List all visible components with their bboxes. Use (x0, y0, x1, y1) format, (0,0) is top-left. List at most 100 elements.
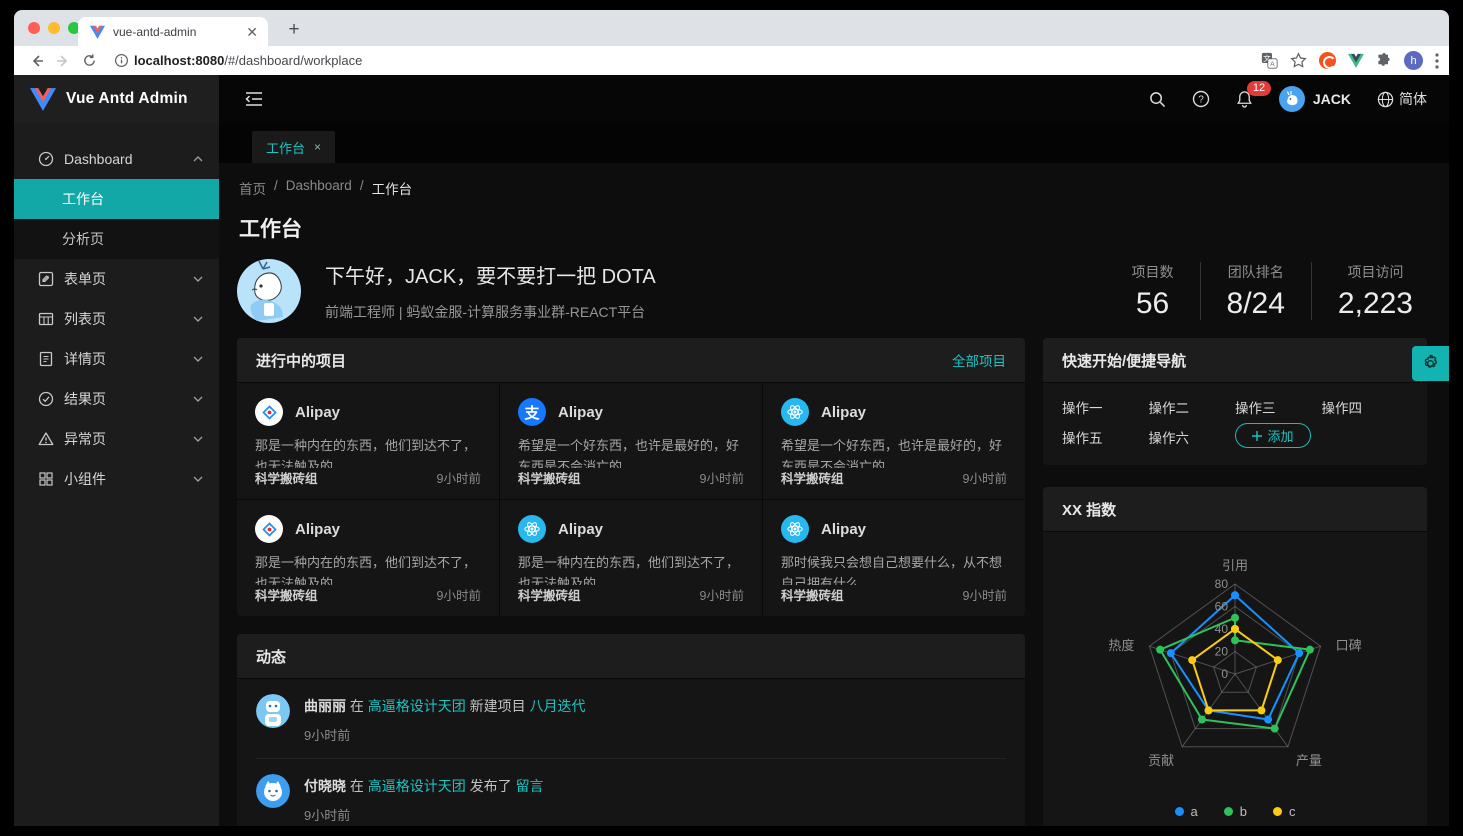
project-card[interactable]: Alipay 那是一种内在的东西，他们到达不了，也无法触及的 科学搬砖组 9小时… (500, 500, 762, 616)
sidebar-item-forms[interactable]: 表单页 (14, 259, 219, 299)
project-desc: 那时候我只会想自己想要什么，从不想自己拥有什么 (781, 552, 1007, 585)
breadcrumb-home[interactable]: 首页 (239, 178, 266, 198)
url-host: localhost:8080 (134, 53, 224, 68)
window-controls[interactable] (28, 22, 80, 34)
menu-fold-icon[interactable] (245, 91, 263, 107)
sidebar-item-details[interactable]: 详情页 (14, 339, 219, 379)
sidebar-item-exceptions[interactable]: 异常页 (14, 419, 219, 459)
project-card[interactable]: Alipay 希望是一个好东西，也许是最好的，好东西是不会消亡的 科学搬砖组 9… (763, 383, 1025, 499)
translate-icon[interactable]: 文A (1261, 52, 1278, 69)
project-card[interactable]: Alipay 那时候我只会想自己想要什么，从不想自己拥有什么 科学搬砖组 9小时… (763, 500, 1025, 616)
legend-item-b[interactable]: b (1224, 804, 1247, 819)
quick-link[interactable]: 操作五 (1062, 423, 1149, 451)
all-projects-link[interactable]: 全部项目 (952, 350, 1006, 370)
notification-bell-icon[interactable]: 12 (1236, 90, 1253, 108)
extensions-puzzle-icon[interactable] (1376, 53, 1392, 69)
quick-link[interactable]: 操作一 (1062, 393, 1149, 421)
vue-devtools-icon[interactable] (1348, 53, 1364, 68)
new-tab-button[interactable]: + (282, 18, 306, 42)
minimize-window-button[interactable] (48, 22, 60, 34)
react-icon (781, 398, 809, 426)
legend-item-c[interactable]: c (1273, 804, 1296, 819)
forward-button[interactable] (50, 48, 76, 74)
tab-close-icon[interactable]: × (314, 140, 321, 154)
svg-text:60: 60 (1215, 600, 1229, 614)
tab-close-icon[interactable]: ✕ (246, 25, 258, 39)
project-name[interactable]: Alipay (558, 404, 603, 421)
quick-link[interactable]: 操作六 (1149, 423, 1236, 451)
activity-target-link[interactable]: 留言 (516, 778, 544, 794)
vue-favicon-icon (90, 25, 105, 39)
sidebar-item-analysis[interactable]: 分析页 (14, 219, 219, 259)
project-group[interactable]: 科学搬砖组 (518, 468, 581, 487)
project-name[interactable]: Alipay (821, 521, 866, 538)
vue-logo-icon (30, 87, 56, 111)
svg-text:A: A (1270, 61, 1275, 68)
svg-text:引用: 引用 (1222, 558, 1248, 573)
activity-group-link[interactable]: 高逼格设计天团 (368, 698, 466, 714)
radar-title: XX 指数 (1062, 499, 1116, 520)
project-group[interactable]: 科学搬砖组 (781, 585, 844, 604)
sidebar-item-results[interactable]: 结果页 (14, 379, 219, 419)
project-card[interactable]: Alipay 那是一种内在的东西，他们到达不了，也无法触及的 科学搬砖组 9小时… (237, 383, 499, 499)
project-time: 9小时前 (963, 468, 1007, 487)
sidebar-item-dashboard[interactable]: Dashboard (14, 139, 219, 179)
sidebar-item-lists[interactable]: 列表页 (14, 299, 219, 339)
browser-menu-icon[interactable] (1435, 53, 1439, 69)
sidebar-item-widgets[interactable]: 小组件 (14, 459, 219, 499)
sidebar-item-label: 详情页 (64, 349, 106, 369)
project-card[interactable]: Alipay 那是一种内在的东西，他们到达不了，也无法触及的 科学搬砖组 9小时… (237, 500, 499, 616)
project-group[interactable]: 科学搬砖组 (255, 585, 318, 604)
project-name[interactable]: Alipay (295, 521, 340, 538)
settings-drawer-button[interactable] (1412, 346, 1449, 381)
sidebar-item-label: Dashboard (64, 151, 133, 167)
projects-panel: 进行中的项目 全部项目 Alipay 那是一种内在的东西，他们到达不了，也无法 (237, 338, 1025, 616)
user-menu[interactable]: JACK (1279, 86, 1351, 112)
project-time: 9小时前 (700, 468, 744, 487)
browser-profile-avatar[interactable]: h (1404, 51, 1423, 70)
sidebar-item-label: 表单页 (64, 269, 106, 289)
stat-projects: 项目数 56 (1106, 262, 1200, 320)
reload-button[interactable] (76, 48, 102, 74)
breadcrumb-section[interactable]: Dashboard (286, 178, 352, 198)
bookmark-star-icon[interactable] (1290, 52, 1307, 69)
project-time: 9小时前 (437, 585, 481, 604)
svg-text:产量: 产量 (1296, 753, 1322, 768)
quick-link[interactable]: 操作三 (1235, 393, 1322, 421)
project-name[interactable]: Alipay (821, 404, 866, 421)
project-name[interactable]: Alipay (558, 521, 603, 538)
search-icon[interactable] (1149, 91, 1166, 108)
project-card[interactable]: 支 Alipay 希望是一个好东西，也许是最好的，好东西是不会消亡的 科学搬砖组… (500, 383, 762, 499)
sidebar-item-workplace[interactable]: 工作台 (14, 179, 219, 219)
url-bar[interactable]: localhost:8080/#/dashboard/workplace (108, 48, 1249, 74)
legend-item-a[interactable]: a (1175, 804, 1198, 819)
activity-user[interactable]: 付晓晓 (304, 778, 346, 794)
tab-workplace[interactable]: 工作台 × (252, 131, 335, 163)
svg-text:热度: 热度 (1108, 638, 1134, 653)
add-button-label: 添加 (1267, 426, 1293, 445)
activity-target-link[interactable]: 八月迭代 (530, 698, 586, 714)
site-info-icon[interactable] (108, 48, 134, 74)
browser-tabstrip: vue-antd-admin ✕ + (14, 10, 1449, 46)
project-group[interactable]: 科学搬砖组 (518, 585, 581, 604)
browser-tab[interactable]: vue-antd-admin ✕ (78, 17, 268, 46)
legend-label: b (1240, 804, 1247, 819)
project-group[interactable]: 科学搬砖组 (781, 468, 844, 487)
language-switch[interactable]: 简体 (1377, 89, 1427, 109)
quick-link[interactable]: 操作二 (1149, 393, 1236, 421)
back-button[interactable] (24, 48, 50, 74)
quick-link[interactable]: 操作四 (1322, 393, 1409, 421)
project-group[interactable]: 科学搬砖组 (255, 468, 318, 487)
chevron-down-icon (193, 316, 203, 322)
projects-title: 进行中的项目 (256, 350, 346, 371)
activity-group-link[interactable]: 高逼格设计天团 (368, 778, 466, 794)
svg-text:20: 20 (1215, 645, 1229, 659)
activity-user[interactable]: 曲丽丽 (304, 698, 346, 714)
close-window-button[interactable] (28, 22, 40, 34)
add-button[interactable]: 添加 (1235, 423, 1311, 448)
svg-text:?: ? (1198, 95, 1204, 106)
help-icon[interactable]: ? (1192, 90, 1210, 108)
app-logo[interactable]: Vue Antd Admin (14, 75, 219, 123)
project-name[interactable]: Alipay (295, 404, 340, 421)
extension-icon-orange[interactable] (1319, 52, 1336, 69)
